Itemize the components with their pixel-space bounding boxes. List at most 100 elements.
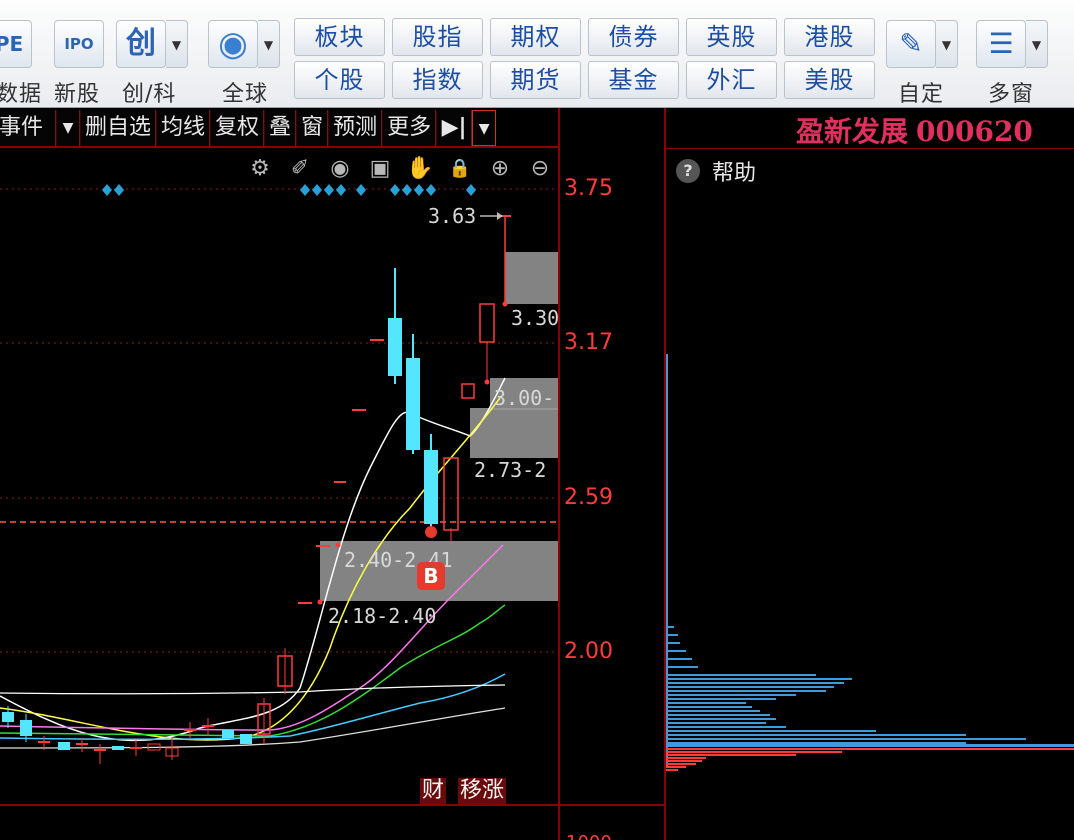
chart-bottom-border [0, 804, 666, 806]
us-stocks-button[interactable]: 美股 [784, 61, 875, 99]
event-diamond[interactable] [336, 184, 346, 196]
chart-menu-bar: 事件 ▼ 删自选 均线 复权 叠 窗 预测 更多 ▶| ▼ [0, 110, 497, 146]
price-tick-317: 3.17 [564, 330, 613, 355]
zoom-in-icon[interactable]: ⊕ [480, 154, 520, 184]
buy-point-dot[interactable] [425, 526, 437, 538]
eye-icon[interactable]: ◉ [320, 154, 360, 184]
candle[interactable] [58, 742, 70, 750]
custom-button[interactable]: ✎ ▼ 自定 [886, 10, 962, 107]
menu-overlay[interactable]: 叠 [264, 110, 297, 146]
global-button-label: 全球 [222, 82, 269, 107]
event-diamond[interactable] [102, 184, 112, 196]
data-button[interactable]: PE 数据 [0, 10, 46, 107]
index-button[interactable]: 指数 [392, 61, 483, 99]
menu-more[interactable]: 更多 [382, 110, 437, 146]
chuangke-button-label: 创/科 [122, 82, 177, 107]
price-tick-259: 2.59 [564, 485, 613, 510]
chart-tool-icons: ⚙ ✐ ◉ ▣ ✋ 🔒 ⊕ ⊖ [240, 154, 560, 184]
chuang-icon: 创 [116, 20, 166, 68]
uk-stocks-button[interactable]: 英股 [686, 18, 777, 56]
multi-window-button[interactable]: ☰ ▼ 多窗 [976, 10, 1052, 107]
hk-stocks-button[interactable]: 港股 [784, 18, 875, 56]
candlesticks[interactable] [2, 215, 511, 764]
event-diamond[interactable] [466, 184, 476, 196]
bonds-button[interactable]: 债券 [588, 18, 679, 56]
menu-forecast[interactable]: 预测 [328, 110, 383, 146]
finance-tag[interactable]: 财 [420, 778, 447, 804]
menu-end-dropdown[interactable]: ▼ [472, 110, 497, 146]
toolbox-icon[interactable]: ▣ [360, 154, 400, 184]
gear-icon[interactable]: ⚙ [240, 154, 280, 184]
candle[interactable] [222, 730, 234, 738]
event-diamond[interactable] [426, 184, 436, 196]
event-diamond[interactable] [356, 184, 366, 196]
menu-moving-average[interactable]: 均线 [156, 110, 211, 146]
multi-window-dropdown[interactable]: ▼ [1026, 20, 1048, 68]
global-button[interactable]: ◉ ▼ 全球 [208, 10, 284, 107]
chuangke-dropdown[interactable]: ▼ [166, 20, 188, 68]
event-diamond[interactable] [312, 184, 322, 196]
custom-edit-icon: ✎ [886, 20, 936, 68]
kline-chart-panel[interactable]: 1000 事件 ▼ 删自选 均线 复权 叠 窗 预测 更多 ▶| ▼ ⚙ ✐ ◉… [0, 108, 666, 840]
event-diamond[interactable] [324, 184, 334, 196]
chuangke-button[interactable]: 创 ▼ 创/科 [116, 10, 192, 107]
menu-events[interactable]: 事件 [0, 110, 56, 146]
chip-distribution-chart[interactable] [666, 108, 1074, 840]
event-markers[interactable] [102, 184, 476, 196]
stock-index-button[interactable]: 股指 [392, 18, 483, 56]
ipo-button-label: 新股 [54, 82, 101, 107]
high-price-label: 3.63 [428, 204, 477, 228]
chip-zone-273 [470, 408, 558, 458]
multi-window-icon: ☰ [976, 20, 1026, 68]
custom-dropdown[interactable]: ▼ [936, 20, 958, 68]
rise-tag[interactable]: 移涨 [458, 778, 507, 804]
funds-button[interactable]: 基金 [588, 61, 679, 99]
high-arrow-head [497, 212, 503, 220]
event-diamond[interactable] [402, 184, 412, 196]
event-diamond[interactable] [390, 184, 400, 196]
anchor-dot [317, 599, 323, 605]
hand-icon[interactable]: ✋ [400, 154, 440, 184]
zoom-out-icon[interactable]: ⊖ [520, 154, 560, 184]
individual-stock-button[interactable]: 个股 [294, 61, 385, 99]
candle[interactable] [479, 303, 495, 343]
price-tick-200: 2.00 [564, 639, 613, 664]
candle[interactable] [443, 457, 459, 531]
forex-button[interactable]: 外汇 [686, 61, 777, 99]
chip-zone-330 [505, 252, 558, 304]
globe-icon: ◉ [208, 20, 258, 68]
candle[interactable] [461, 383, 475, 399]
menu-end-button[interactable]: ▶| [436, 110, 473, 146]
app-window: PE 数据 IPO 新股 创 ▼ 创/科 ◉ ▼ 全球 板块 股指 期权 债券 … [0, 0, 1074, 840]
event-diamond[interactable] [414, 184, 424, 196]
buy-signal-badge[interactable]: B [417, 562, 445, 590]
futures-button[interactable]: 期货 [490, 61, 581, 99]
candle[interactable] [112, 746, 124, 750]
event-diamond[interactable] [300, 184, 310, 196]
ipo-icon: IPO [54, 20, 104, 68]
ipo-button[interactable]: IPO 新股 [52, 10, 108, 107]
menu-adjust[interactable]: 复权 [210, 110, 265, 146]
menu-events-dropdown[interactable]: ▼ [56, 110, 80, 146]
zone-label-330: 3.30 [511, 306, 560, 330]
options-button[interactable]: 期权 [490, 18, 581, 56]
anchor-dot [502, 301, 508, 307]
ma250-line [0, 684, 506, 695]
profile-bars-red [666, 748, 1074, 771]
data-button-label: 数据 [0, 82, 43, 107]
global-dropdown[interactable]: ▼ [258, 20, 280, 68]
pen-icon[interactable]: ✐ [280, 154, 320, 184]
kline-chart-canvas[interactable]: 1000 [0, 108, 666, 840]
pe-data-icon: PE [0, 20, 32, 68]
menu-window[interactable]: 窗 [296, 110, 329, 146]
zone-label-273: 2.73-2 [474, 458, 547, 482]
candle[interactable] [240, 734, 252, 744]
zone-label-300: 3.00- [494, 386, 555, 410]
custom-button-label: 自定 [898, 82, 945, 107]
sector-button[interactable]: 板块 [294, 18, 385, 56]
lock-icon[interactable]: 🔒 [440, 154, 480, 184]
price-tick-375: 3.75 [564, 176, 613, 201]
event-diamond[interactable] [114, 184, 124, 196]
profile-bars-blue [666, 626, 1074, 747]
menu-remove-watchlist[interactable]: 删自选 [80, 110, 157, 146]
